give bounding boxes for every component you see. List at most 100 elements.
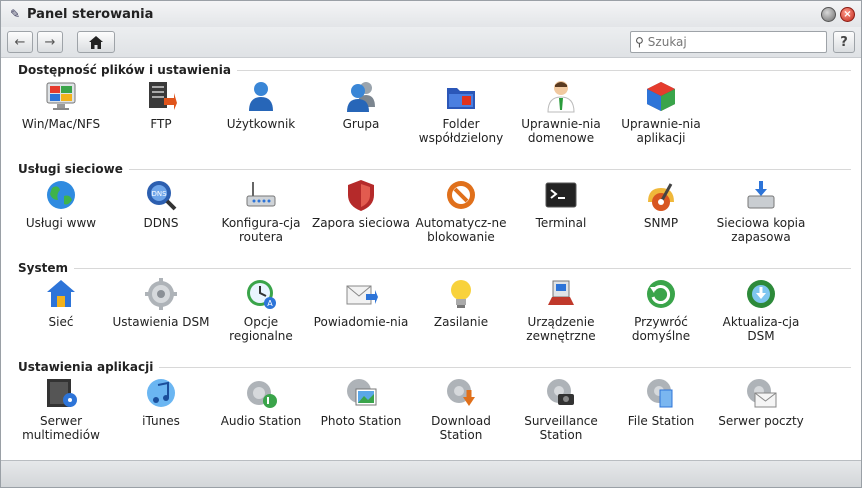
control-panel-item[interactable]: Przywróć domyślne [611,275,711,358]
item-label: File Station [627,414,695,428]
close-button[interactable]: × [840,6,855,22]
control-panel-item[interactable]: Win/Mac/NFS [11,77,111,160]
control-panel-item[interactable]: DNS DDNS [111,176,211,259]
network-icon [44,277,78,311]
item-label: Grupa [342,117,380,131]
item-label: Zasilanie [433,315,489,329]
section-header: Dostępność plików i ustawienia [11,63,851,77]
control-panel-item[interactable]: A Opcje regionalne [211,275,311,358]
control-panel-item[interactable]: Usługi www [11,176,111,259]
svg-text:A: A [267,299,273,308]
control-panel-item[interactable]: Konfigura-cja routera [211,176,311,259]
section: Usługi sieciowe Usługi www DNS DDNS Konfigur… [11,162,851,259]
item-label: Uprawnie-nia domenowe [521,117,601,145]
control-panel-item[interactable]: Serwer poczty [711,374,811,457]
wrench-icon: ✎ [9,7,21,21]
music-icon [144,376,178,410]
item-label: Uprawnie-nia aplikacji [621,117,701,145]
control-panel-item[interactable]: Serwer multimediów [11,374,111,457]
help-button[interactable]: ? [833,31,855,53]
control-panel-item[interactable]: Automatycz-ne blokowanie [411,176,511,259]
section-header: Ustawienia aplikacji [11,360,851,374]
mail-gear-icon [744,376,778,410]
title-bar: ✎ Panel sterowania × [1,1,861,27]
control-panel-item[interactable]: Aktualiza-cja DSM [711,275,811,358]
search-icon: ⚲ [635,35,644,49]
monitor-icon [44,79,78,113]
control-panel-item[interactable]: Powiadomie-nia [311,275,411,358]
item-label: Automatycz-ne blokowanie [415,216,507,244]
item-label: SNMP [643,216,679,230]
update-icon [744,277,778,311]
section-title: Dostępność plików i ustawienia [18,63,231,77]
control-panel-item[interactable]: Sieć [11,275,111,358]
control-panel-item[interactable]: Terminal [511,176,611,259]
control-panel-item[interactable]: Uprawnie-nia aplikacji [611,77,711,160]
audio-gear-icon [244,376,278,410]
back-button[interactable]: ← [7,31,33,53]
download-icon [444,376,478,410]
device-icon [544,277,578,311]
control-panel-item[interactable]: Audio Station [211,374,311,457]
control-panel-item[interactable]: Grupa [311,77,411,160]
search-input[interactable] [647,35,808,49]
control-panel-item[interactable]: Ustawienia DSM [111,275,211,358]
file-gear-icon [644,376,678,410]
item-label: Terminal [535,216,587,230]
control-panel-item[interactable]: Urządzenie zewnętrzne [511,275,611,358]
home-button[interactable] [77,31,115,53]
control-panel-item[interactable]: Uprawnie-nia domenowe [511,77,611,160]
item-label: Usługi www [25,216,97,230]
section-header: Usługi sieciowe [11,162,851,176]
toolbar: ← → ⚲ ? [1,27,861,58]
section-grid: Win/Mac/NFS FTP Użytkownik Grupa Folder wspó… [11,77,851,160]
cube-icon [644,79,678,113]
section-grid: Usługi www DNS DDNS Konfigura-cja routera Za… [11,176,851,259]
window-title: Panel sterowania [27,6,154,22]
item-label: Użytkownik [226,117,296,131]
control-panel-item[interactable]: Użytkownik [211,77,311,160]
control-panel-item[interactable]: Zapora sieciowa [311,176,411,259]
control-panel-item[interactable]: Zasilanie [411,275,511,358]
section-header: System [11,261,851,275]
control-panel-item[interactable]: iTunes [111,374,211,457]
restore-icon [644,277,678,311]
globe-icon [44,178,78,212]
control-panel-item[interactable]: Download Station [411,374,511,457]
forward-button[interactable]: → [37,31,63,53]
control-panel-window: ✎ Panel sterowania × ← → ⚲ ? Dostępność … [0,0,862,488]
user-icon [244,79,278,113]
section-divider [74,267,851,269]
control-panel-item[interactable]: Photo Station [311,374,411,457]
item-label: DDNS [143,216,179,230]
section-grid: Serwer multimediów iTunes Audio Station Pho… [11,374,851,457]
section-divider [159,366,851,368]
control-panel-item[interactable]: SNMP [611,176,711,259]
router-icon [244,178,278,212]
item-label: Sieciowa kopia zapasowa [716,216,806,244]
control-panel-item[interactable]: Sieciowa kopia zapasowa [711,176,811,259]
section-grid: Sieć Ustawienia DSM A Opcje regionalne Powia… [11,275,851,358]
status-bar [1,460,861,487]
control-panel-item[interactable]: File Station [611,374,711,457]
ftp-icon [144,79,178,113]
control-panel-item[interactable]: FTP [111,77,211,160]
home-icon [89,35,103,49]
item-label: Serwer multimediów [22,414,100,442]
group-icon [344,79,378,113]
control-panel-item[interactable]: Folder współdzielony [411,77,511,160]
item-label: Aktualiza-cja DSM [722,315,800,343]
section: Dostępność plików i ustawienia Win/Mac/NF… [11,63,851,160]
search-box[interactable]: ⚲ [630,31,827,53]
minimize-button[interactable] [821,6,836,22]
control-panel-item[interactable]: Surveillance Station [511,374,611,457]
photo-icon [344,376,378,410]
item-label: Folder współdzielony [418,117,504,145]
item-label: Serwer poczty [718,414,804,428]
item-label: Sieć [48,315,74,329]
control-panel-content: Dostępność plików i ustawienia Win/Mac/NF… [1,58,861,458]
item-label: Opcje regionalne [229,315,293,343]
section-title: System [18,261,68,275]
item-label: FTP [150,117,172,131]
item-label: Zapora sieciowa [311,216,411,230]
